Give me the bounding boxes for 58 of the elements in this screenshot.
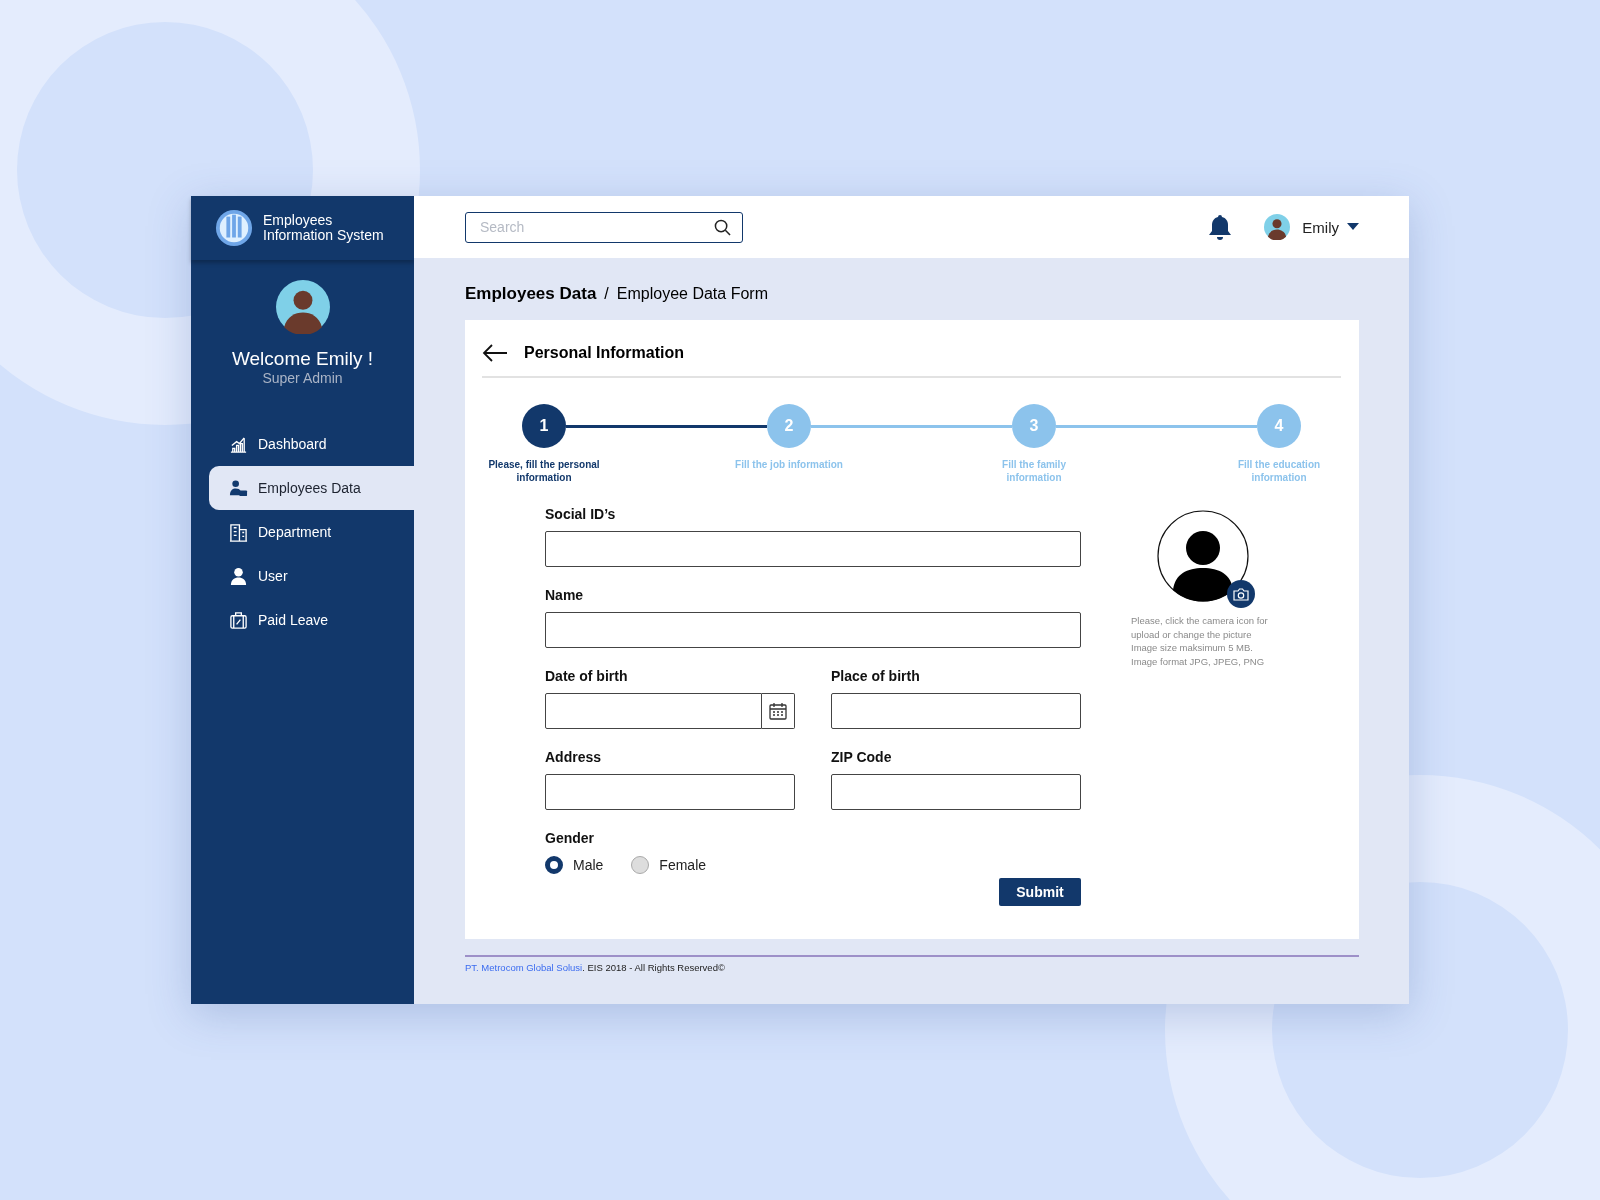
welcome-text: Welcome Emily ! [231,348,374,370]
nav-item[interactable]: User [209,554,414,598]
radio-option[interactable]: Female [631,856,707,874]
app-title: Employees Information System [263,213,385,243]
step-number[interactable]: 1 [522,404,566,448]
bell-icon[interactable] [1208,214,1233,240]
date-field[interactable] [545,693,762,729]
back-arrow-icon[interactable] [482,344,508,362]
user-avatar [1264,214,1291,240]
calendar-icon [769,702,787,720]
radio-button[interactable] [631,856,650,874]
field-label: Address [545,749,603,765]
user-icon [229,566,248,586]
radio-button[interactable] [545,856,563,874]
text-field[interactable] [831,774,1081,810]
nav-item[interactable]: Dashboard [209,422,414,466]
radio-option[interactable]: Male [545,856,604,874]
field-label: Date of birth [545,668,629,684]
hint-text: upload or change the picture [1131,627,1253,641]
avatar [275,280,330,334]
footer-text: PT. Metrocom Global Solusi. EIS 2018 - All Rights Reserved© [465,955,1359,973]
hint-text: Please, click the camera icon for [1131,614,1268,628]
user-card-icon [229,478,248,498]
breadcrumb-separator: / [604,285,609,303]
building-icon [229,522,248,542]
profile-placeholder-icon [1157,510,1249,602]
field-label: ZIP Code [831,749,893,765]
submit-button[interactable]: Submit [999,878,1081,906]
user-name[interactable]: Emily [1302,218,1339,236]
step-label: Fill the family information [1001,458,1067,484]
step-label: Please, fill the personal information [488,458,600,484]
breadcrumb-link[interactable]: Employees Data [465,284,597,304]
calendar-button[interactable] [762,693,795,729]
suitcase-icon [229,610,248,630]
search-field[interactable]: Search [465,211,743,243]
nav-item[interactable]: Department [209,510,414,554]
camera-button[interactable] [1227,580,1255,608]
field-label: Gender [545,830,595,846]
search-icon[interactable] [714,218,731,236]
card-title: Personal Information [524,344,685,362]
hint-text: Image format JPG, JPEG, PNG [1131,654,1266,668]
camera-icon [1233,587,1249,601]
caret-icon[interactable] [1347,223,1359,231]
field-label: Name [545,587,585,603]
field-label: Place of birth [831,668,921,684]
field-label: Social ID’s [545,506,617,522]
text-field[interactable] [545,774,795,810]
user-role: Super Admin [262,370,343,386]
text-field[interactable] [831,693,1081,729]
text-field[interactable] [545,612,1081,648]
nav-item[interactable]: Employees Data [209,466,414,510]
breadcrumb-current: Employee Data Form [616,285,768,303]
nav-item[interactable]: Paid Leave [209,598,414,642]
text-field[interactable] [545,531,1081,567]
step-label: Fill the education information [1236,458,1322,484]
hint-text: Image size maksimum 5 MB. [1131,641,1254,655]
step-label: Fill the job information [734,458,844,471]
logo-icon [215,209,253,247]
